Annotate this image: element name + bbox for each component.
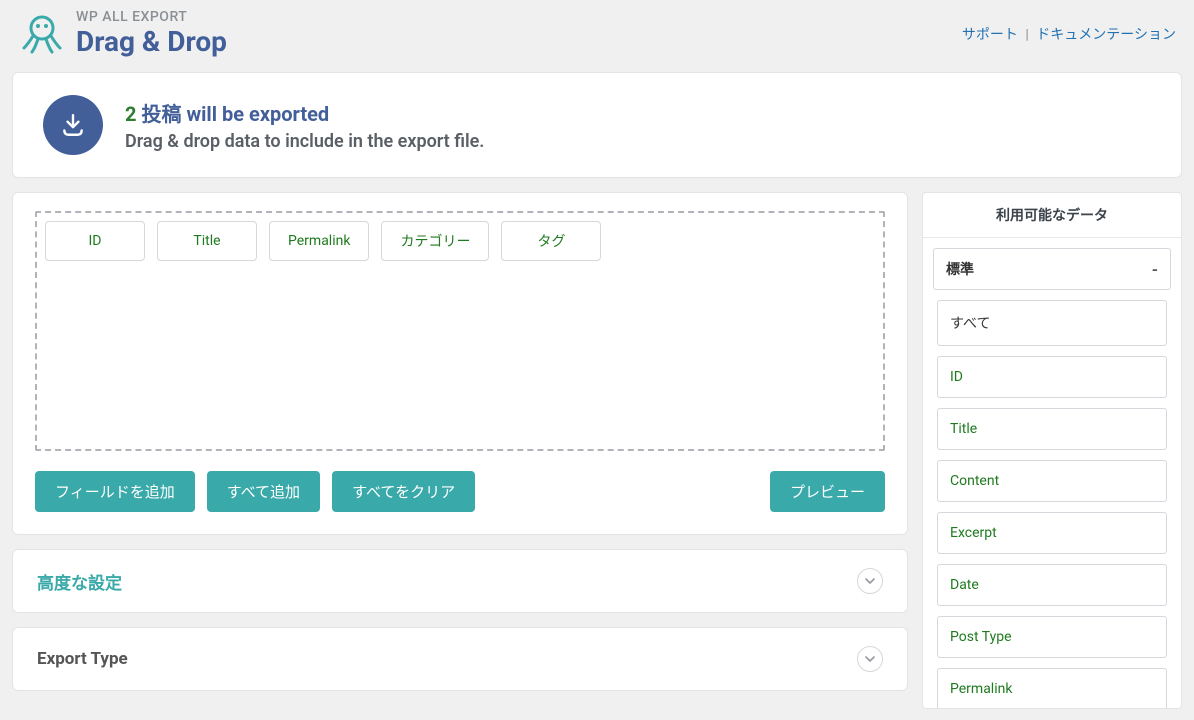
builder-panel: ID Title Permalink カテゴリータグ フィールドを追加 すべて追加 す… [12,192,908,535]
export-type-accordion[interactable]: Export Type [12,627,908,691]
header-links: サポート | ドキュメンテーション [962,24,1176,44]
collapse-icon: - [1152,260,1158,279]
available-field-item[interactable]: Content [937,460,1167,502]
data-group-label: 標準 [946,259,974,279]
page-header: WP ALL EXPORT Drag & Drop サポート | ドキュメンテー… [0,0,1194,72]
data-group-items: すべて ID Title Content Excerpt Date Post Type Per… [933,300,1171,708]
export-type-title: Export Type [37,649,128,669]
field-chip[interactable]: タグ [501,221,601,261]
available-field-item[interactable]: Excerpt [937,512,1167,554]
chevron-down-icon [857,568,883,594]
available-field-item[interactable]: Title [937,408,1167,450]
field-chip[interactable]: カテゴリー [381,221,489,261]
page-title: Drag & Drop [76,27,227,58]
button-spacer [487,471,758,512]
export-count: 2 [125,102,136,126]
available-field-item[interactable]: Date [937,564,1167,606]
available-field-item[interactable]: Permalink [937,668,1167,708]
advanced-settings-accordion[interactable]: 高度な設定 [12,549,908,613]
export-suffix: will be exported [186,102,329,126]
available-data-title: 利用可能なデータ [923,193,1181,238]
field-dropzone[interactable]: ID Title Permalink カテゴリータグ [35,211,885,451]
plugin-name: WP ALL EXPORT [76,10,227,25]
link-separator: | [1021,27,1032,43]
field-chip[interactable]: Permalink [269,221,369,261]
available-data-panel: 利用可能なデータ 標準 - すべて ID Title Content Excerpt Date… [922,192,1182,709]
summary-line1: 2 投稿 will be exported [125,98,484,127]
summary-text: 2 投稿 will be exported Drag & drop data t… [125,98,484,152]
advanced-settings-title: 高度な設定 [37,569,122,594]
available-field-item[interactable]: すべて [937,300,1167,346]
header-titles: WP ALL EXPORT Drag & Drop [76,10,227,58]
documentation-link[interactable]: ドキュメンテーション [1036,27,1176,43]
preview-button[interactable]: プレビュー [770,471,885,512]
clear-all-button[interactable]: すべてをクリア [332,471,475,512]
summary-panel: 2 投稿 will be exported Drag & drop data t… [12,72,1182,178]
field-chip[interactable]: Title [157,221,257,261]
available-field-item[interactable]: ID [937,356,1167,398]
header-left: WP ALL EXPORT Drag & Drop [18,10,227,58]
available-field-item[interactable]: Post Type [937,616,1167,658]
add-field-button[interactable]: フィールドを追加 [35,471,195,512]
add-all-button[interactable]: すべて追加 [207,471,320,512]
chevron-down-icon [857,646,883,672]
data-group-header[interactable]: 標準 - [933,248,1171,290]
octopus-logo-icon [18,10,66,58]
download-circle-icon [43,95,103,155]
export-entity: 投稿 [141,102,181,126]
field-chip[interactable]: ID [45,221,145,261]
download-icon [60,112,86,138]
builder-button-row: フィールドを追加 すべて追加 すべてをクリア プレビュー [35,471,885,512]
available-data-body[interactable]: 標準 - すべて ID Title Content Excerpt Date Post Type… [923,238,1181,708]
support-link[interactable]: サポート [962,27,1018,43]
summary-subtitle: Drag & drop data to include in the expor… [125,131,484,152]
